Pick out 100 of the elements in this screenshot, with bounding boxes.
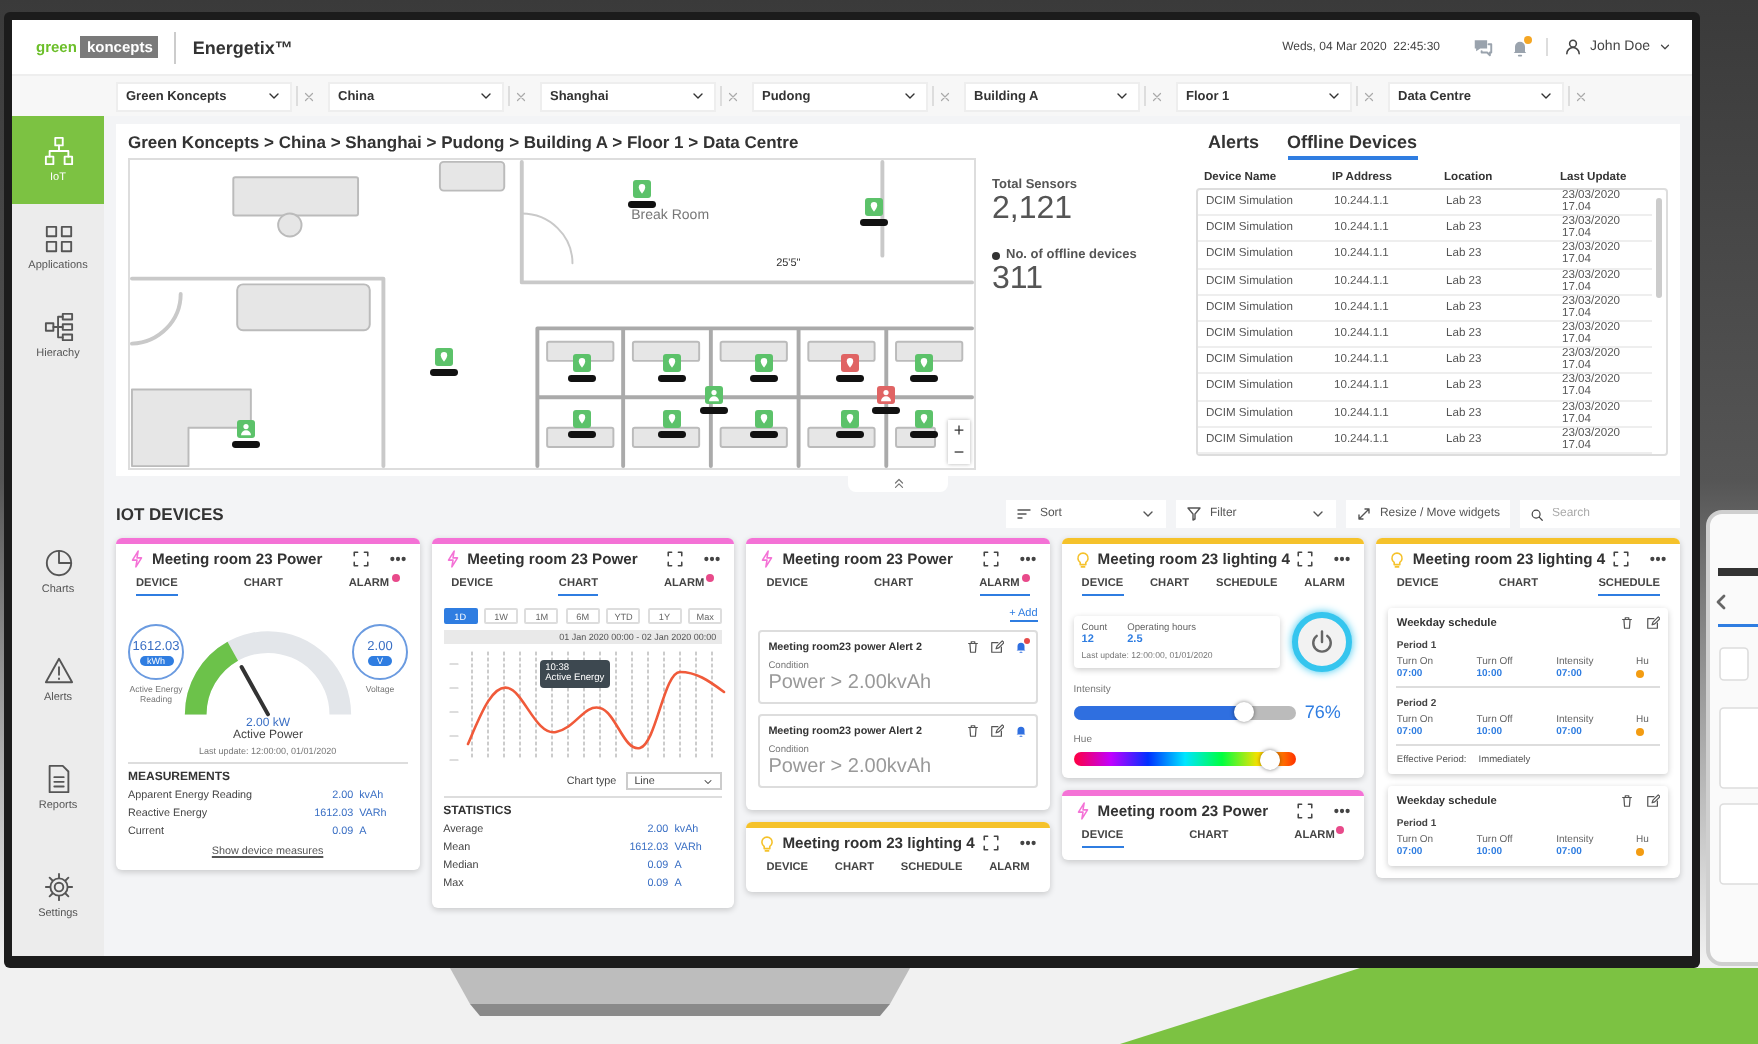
sensor-marker-icon: [655, 352, 688, 385]
status-dot: [1636, 848, 1644, 856]
edit-button[interactable]: [1646, 616, 1660, 630]
bell-icon[interactable]: [1510, 37, 1531, 57]
condition-value: Power > 2.00kvAh: [768, 756, 934, 778]
expand-button[interactable]: [1612, 550, 1630, 568]
sensor-marker-icon: [698, 383, 731, 416]
intensity-slider[interactable]: [1073, 705, 1297, 719]
sensor-marker-icon: [655, 408, 688, 440]
settings-icon: [43, 872, 73, 902]
slider-thumb[interactable]: [1233, 702, 1254, 722]
delete-button[interactable]: [965, 724, 980, 738]
sensor-marker-icon: [626, 178, 659, 211]
sensor-marker-icon: [427, 346, 460, 379]
breadcrumb: Green Koncepts > China > Shanghai > Pudong > Building A > Floor 1 > Data Centre: [128, 132, 801, 152]
sensor-marker-icon: [833, 352, 866, 385]
delete-button[interactable]: [1620, 616, 1634, 630]
stat-value: 2,121: [992, 192, 1075, 228]
resize-icon: [1355, 506, 1372, 522]
app-name: Energetix™: [192, 37, 293, 57]
desk-drawing: [631, 340, 701, 362]
delete-button[interactable]: [1620, 794, 1634, 808]
expand-button[interactable]: [1296, 550, 1315, 568]
chair-drawing: [277, 212, 303, 238]
caret-icon: [266, 88, 282, 104]
desk-drawing: [807, 340, 876, 362]
status-dot: [1636, 670, 1644, 678]
power-button[interactable]: [1292, 612, 1353, 672]
expand-button[interactable]: [981, 834, 1000, 852]
edit-button[interactable]: [1646, 794, 1660, 808]
power-icon: [1308, 628, 1337, 656]
caret-icon: [1326, 88, 1342, 104]
bell-icon[interactable]: [1013, 640, 1028, 654]
sensor-marker-icon: [870, 383, 903, 416]
caret-icon: [1538, 88, 1554, 104]
close-icon: [726, 89, 740, 103]
lightning-bolt-icon: [1073, 802, 1092, 820]
sensor-marker-icon: [858, 195, 891, 228]
edit-icon: [1646, 616, 1660, 630]
warning-icon: [43, 656, 73, 686]
search-icon: [1530, 507, 1544, 521]
lightning-bolt-icon: [758, 550, 777, 568]
trash-icon: [1620, 794, 1634, 808]
bulb-icon: [1073, 550, 1092, 568]
slider-thumb[interactable]: [1259, 749, 1280, 769]
expand-icon: [981, 550, 1000, 568]
expand-icon: [666, 550, 685, 568]
sensor-marker-icon: [747, 352, 780, 385]
section-title: IOT DEVICES: [116, 504, 224, 524]
panel-tab[interactable]: Alerts: [1208, 132, 1260, 160]
expand-icon: [981, 834, 1000, 852]
trash-icon: [965, 640, 980, 654]
slider-reading: 76%: [1304, 702, 1343, 722]
close-icon: [1574, 89, 1588, 103]
caret-icon: [902, 88, 918, 104]
stat-value: 311: [992, 262, 1046, 298]
hue-slider[interactable]: [1073, 752, 1297, 766]
gauge-needle: [239, 665, 270, 717]
pie-chart-icon: [43, 548, 73, 578]
expand-icon: [1296, 802, 1315, 820]
close-icon: [1150, 89, 1164, 103]
chevron-up-icon: [891, 476, 905, 490]
bell-icon[interactable]: [1013, 724, 1028, 738]
caret-icon: [1309, 506, 1326, 522]
sensor-marker-icon: [566, 352, 599, 385]
caret-icon: [478, 88, 494, 104]
desk-drawing: [232, 176, 360, 217]
edit-icon: [989, 640, 1004, 654]
sensor-marker-icon: [907, 352, 940, 385]
hierarchy-icon: [43, 312, 73, 342]
grid-icon: [43, 224, 73, 254]
expand-button[interactable]: [1296, 802, 1315, 820]
caret-icon: [1139, 506, 1156, 522]
close-icon: [514, 89, 528, 103]
expand-button[interactable]: [666, 550, 685, 568]
collapse-handle[interactable]: [848, 476, 948, 492]
caret-icon: [1114, 88, 1130, 104]
network-icon: [43, 136, 73, 166]
condition-value: Power > 2.00kvAh: [768, 672, 934, 694]
expand-button[interactable]: [351, 550, 370, 568]
chat-icon[interactable]: [1472, 36, 1495, 58]
scrollbar-thumb[interactable]: [1656, 198, 1662, 298]
sort-icon: [1015, 506, 1032, 522]
sensor-marker-icon: [566, 408, 599, 440]
zoom-out-button[interactable]: −: [948, 442, 970, 464]
document-icon: [43, 764, 73, 794]
zoom-in-button[interactable]: +: [948, 420, 970, 442]
panel-tab[interactable]: Offline Devices: [1287, 132, 1418, 160]
bulb-icon: [758, 834, 777, 852]
caret-icon: [1658, 40, 1672, 54]
edit-icon: [1646, 794, 1660, 808]
close-icon: [1362, 89, 1376, 103]
delete-button[interactable]: [965, 640, 980, 654]
expand-icon: [1612, 550, 1630, 568]
trash-icon: [965, 724, 980, 738]
edit-button[interactable]: [989, 724, 1004, 738]
edit-icon: [989, 724, 1004, 738]
expand-button[interactable]: [981, 550, 1000, 568]
caret-icon: [702, 775, 715, 787]
edit-button[interactable]: [989, 640, 1004, 654]
